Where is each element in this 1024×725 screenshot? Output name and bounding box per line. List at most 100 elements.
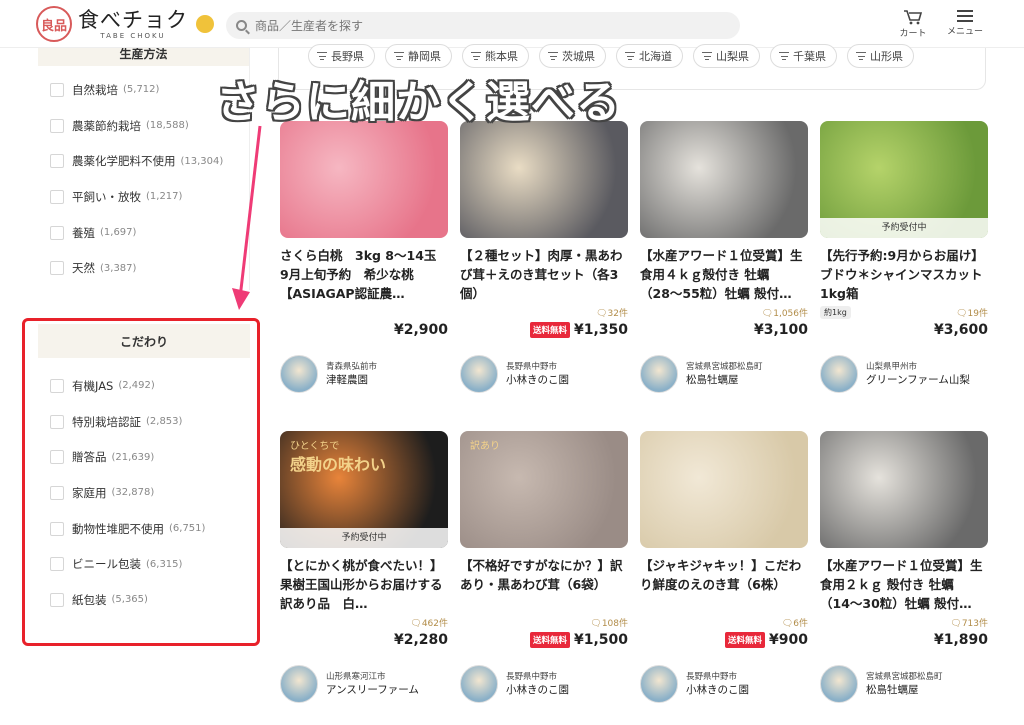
producer-name: 小林きのこ園 xyxy=(506,373,569,386)
product-image[interactable]: 予約受付中 xyxy=(820,121,988,238)
product-title[interactable]: 【ジャキジャキッ！】こだわり鮮度のえのき茸（6株） xyxy=(640,556,808,613)
prefecture-chip[interactable]: 長野県 xyxy=(308,44,375,68)
checkbox[interactable] xyxy=(50,118,64,133)
producer-link[interactable]: 長野県中野市 小林きのこ園 xyxy=(460,665,628,703)
free-shipping-badge: 送料無料 xyxy=(529,632,570,648)
product-image[interactable] xyxy=(640,121,808,238)
product-card[interactable]: 訳あり 【不格好ですがなにか？】訳あり・黒あわび茸（6袋） 🗨︎108件 送料無料 ¥1… xyxy=(460,431,628,703)
annotation-arrow-icon xyxy=(232,125,262,310)
producer-avatar[interactable] xyxy=(640,355,678,393)
product-title[interactable]: 【２種セット】肉厚・黒あわび茸＋えのき茸セット（各3個） xyxy=(460,246,628,303)
checkbox[interactable] xyxy=(50,225,64,240)
product-image[interactable] xyxy=(820,431,988,548)
product-image[interactable] xyxy=(640,431,808,548)
prefecture-chip[interactable]: 山梨県 xyxy=(693,44,760,68)
review-count: 🗨︎713件 xyxy=(950,618,988,629)
producer-avatar[interactable] xyxy=(820,665,858,703)
comment-icon: 🗨︎ xyxy=(781,618,794,629)
menu-label: メニュー xyxy=(946,27,983,37)
producer-link[interactable]: 長野県中野市 小林きのこ園 xyxy=(460,355,628,393)
product-card[interactable]: 予約受付中【先行予約:9月からお届け】ブドウ＊シャインマスカット 1kg箱約1k… xyxy=(820,121,988,393)
prefecture-chip[interactable]: 北海道 xyxy=(616,44,683,68)
prefecture-chip[interactable]: 静岡県 xyxy=(385,44,452,68)
filter-icon xyxy=(317,52,327,60)
filter-option[interactable]: 平飼い・放牧 (1,217) xyxy=(38,179,249,215)
product-price: ¥2,280 xyxy=(393,632,448,648)
product-image[interactable] xyxy=(280,121,448,238)
menu-button[interactable]: メニュー xyxy=(940,8,990,37)
comment-icon: 🗨︎ xyxy=(596,308,608,319)
comment-icon: 🗨︎ xyxy=(410,618,422,629)
product-price: ¥3,600 xyxy=(933,322,988,338)
product-card[interactable]: 【ジャキジャキッ！】こだわり鮮度のえのき茸（6株） 🗨︎6件 送料無料 ¥900 長野県… xyxy=(640,431,808,703)
checkbox[interactable] xyxy=(50,189,64,204)
prefecture-chip[interactable]: 千葉県 xyxy=(770,44,837,68)
producer-name: 松島牡蠣屋 xyxy=(866,683,919,696)
product-price: ¥1,350 xyxy=(573,322,628,338)
product-image[interactable]: 訳あり xyxy=(460,431,628,548)
filter-option[interactable]: 天然 (3,387) xyxy=(38,250,249,286)
checkbox[interactable] xyxy=(50,154,64,169)
search-bar[interactable] xyxy=(226,12,740,39)
producer-location: 山形県寒河江市 xyxy=(326,671,386,682)
producer-avatar[interactable] xyxy=(460,355,498,393)
comment-icon: 🗨︎ xyxy=(950,618,962,629)
prefecture-chip[interactable]: 茨城県 xyxy=(539,44,606,68)
site-header: 良品 食べチョク TABE CHOKU カート メニュー xyxy=(0,0,1024,48)
product-image[interactable]: ひとくちで感動の味わい予約受付中 xyxy=(280,431,448,548)
weight-badge: 約1kg xyxy=(820,305,851,319)
producer-location: 宮城県宮城郡松島町 xyxy=(866,671,943,682)
cart-label: カート xyxy=(899,29,927,39)
site-logo[interactable]: 良品 食べチョク TABE CHOKU xyxy=(36,6,214,42)
review-count: 🗨︎1,056件 xyxy=(761,308,808,319)
prefecture-chip[interactable]: 山形県 xyxy=(847,44,914,68)
filter-option[interactable]: 養殖 (1,697) xyxy=(38,215,249,251)
free-shipping-badge: 送料無料 xyxy=(725,632,766,648)
producer-link[interactable]: 山梨県甲州市 グリーンファーム山梨 xyxy=(820,355,988,393)
checkbox[interactable] xyxy=(50,82,64,97)
producer-avatar[interactable] xyxy=(640,665,678,703)
pear-icon xyxy=(196,15,214,33)
search-input[interactable] xyxy=(255,18,695,33)
product-price: ¥2,900 xyxy=(393,322,448,338)
product-card[interactable]: 【水産アワード１位受賞】生食用２ｋｇ 殻付き 牡蠣（14〜30粒）牡蠣 殻付… 🗨… xyxy=(820,431,988,703)
product-card[interactable]: さくら白桃 3kg 8〜14玉 9月上旬予約 希少な桃 【ASIAGAP認証農…… xyxy=(280,121,448,393)
product-card[interactable]: ひとくちで感動の味わい予約受付中【とにかく桃が食べたい！】果樹王国山形からお届け… xyxy=(280,431,448,703)
prefecture-chip[interactable]: 熊本県 xyxy=(462,44,529,68)
product-title[interactable]: 【先行予約:9月からお届け】ブドウ＊シャインマスカット 1kg箱 xyxy=(820,246,988,303)
product-price: ¥1,890 xyxy=(933,632,988,648)
producer-avatar[interactable] xyxy=(460,665,498,703)
review-count: 🗨︎6件 xyxy=(781,618,808,629)
image-caption: 感動の味わい xyxy=(290,455,387,474)
logo-subtext: TABE CHOKU xyxy=(100,32,166,40)
cart-button[interactable]: カート xyxy=(888,8,938,39)
filter-icon xyxy=(625,52,635,60)
producer-avatar[interactable] xyxy=(280,665,318,703)
search-icon xyxy=(236,20,247,31)
producer-avatar[interactable] xyxy=(820,355,858,393)
checkbox[interactable] xyxy=(50,261,64,276)
product-image[interactable] xyxy=(460,121,628,238)
producer-location: 長野県中野市 xyxy=(686,671,738,682)
product-title[interactable]: 【不格好ですがなにか？】訳あり・黒あわび茸（6袋） xyxy=(460,556,628,613)
producer-link[interactable]: 山形県寒河江市 アンスリーファーム xyxy=(280,665,448,703)
producer-link[interactable]: 宮城県宮城郡松島町 松島牡蠣屋 xyxy=(640,355,808,393)
image-caption: ひとくちで xyxy=(290,441,340,452)
cart-icon xyxy=(904,10,923,25)
filter-icon xyxy=(702,52,712,60)
product-title[interactable]: 【水産アワード１位受賞】生食用２ｋｇ 殻付き 牡蠣（14〜30粒）牡蠣 殻付… xyxy=(820,556,988,613)
filter-option[interactable]: 農薬化学肥料不使用 (13,304) xyxy=(38,143,249,179)
comment-icon: 🗨︎ xyxy=(761,308,774,319)
producer-avatar[interactable] xyxy=(280,355,318,393)
product-title[interactable]: 【とにかく桃が食べたい！】果樹王国山形からお届けする 訳あり品 白… xyxy=(280,556,448,613)
product-card[interactable]: 【水産アワード１位受賞】生食用４ｋｇ殻付き 牡蠣（28〜55粒）牡蠣 殻付… 🗨︎… xyxy=(640,121,808,393)
review-count: 🗨︎32件 xyxy=(596,308,628,319)
reservation-badge: 予約受付中 xyxy=(280,528,448,548)
producer-link[interactable]: 宮城県宮城郡松島町 松島牡蠣屋 xyxy=(820,665,988,703)
producer-link[interactable]: 長野県中野市 小林きのこ園 xyxy=(640,665,808,703)
producer-link[interactable]: 青森県弘前市 津軽農園 xyxy=(280,355,448,393)
product-card[interactable]: 【２種セット】肉厚・黒あわび茸＋えのき茸セット（各3個） 🗨︎32件 送料無料 ¥1,… xyxy=(460,121,628,393)
product-title[interactable]: さくら白桃 3kg 8〜14玉 9月上旬予約 希少な桃 【ASIAGAP認証農… xyxy=(280,246,448,303)
product-title[interactable]: 【水産アワード１位受賞】生食用４ｋｇ殻付き 牡蠣（28〜55粒）牡蠣 殻付… xyxy=(640,246,808,303)
comment-icon: 🗨︎ xyxy=(956,308,968,319)
